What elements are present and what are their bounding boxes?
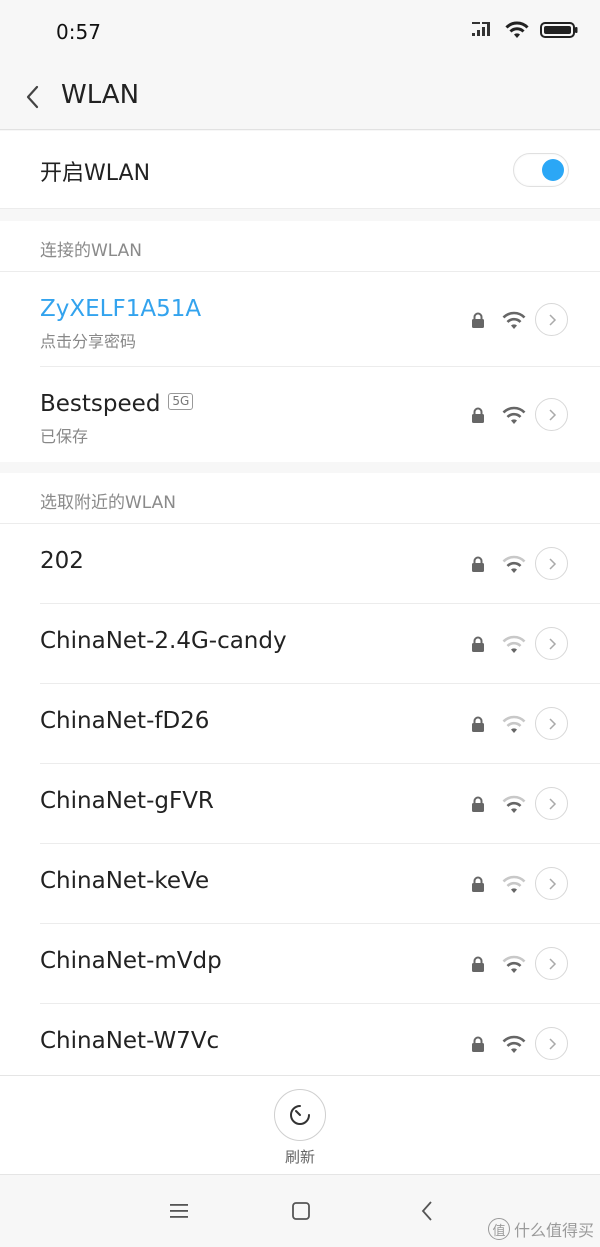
navigation-bar: 值 什么值得买 [0, 1176, 600, 1247]
lock-icon [472, 407, 484, 423]
nearby-section: 选取附近的WLAN 202 ChinaNet-2.4G-candy ChinaN… [0, 473, 600, 1084]
wifi-signal-icon [502, 795, 526, 813]
menu-icon [170, 1204, 188, 1218]
lock-icon [472, 956, 484, 972]
chevron-right-icon [548, 637, 556, 650]
page-title: WLAN [61, 80, 140, 110]
chevron-right-icon [548, 557, 556, 570]
network-name: ChinaNet-gFVR [40, 788, 214, 814]
network-row[interactable]: ChinaNet-gFVR [0, 764, 600, 844]
back-button[interactable] [20, 82, 46, 112]
network-name: ZyXELF1A51A [40, 296, 202, 322]
status-time: 0:57 [56, 20, 101, 44]
chevron-right-icon [548, 717, 556, 730]
band-badge: 5G [168, 393, 194, 410]
wifi-status-icon [505, 21, 529, 38]
network-name: 202 [40, 548, 84, 574]
network-name: ChinaNet-keVe [40, 868, 210, 894]
status-icons [472, 20, 578, 40]
wifi-signal-icon [502, 1035, 526, 1053]
wlan-toggle-label: 开启WLAN [40, 161, 151, 186]
home-button[interactable] [288, 1198, 314, 1224]
network-row[interactable]: ChinaNet-mVdp [0, 924, 600, 1004]
refresh-icon [290, 1105, 310, 1125]
lock-icon [472, 556, 484, 572]
network-row[interactable]: 202 [0, 524, 600, 604]
network-details-button[interactable] [535, 398, 568, 431]
network-details-button[interactable] [535, 1027, 568, 1060]
network-name: Bestspeed 5G [40, 391, 194, 417]
chevron-right-icon [548, 797, 556, 810]
watermark-text: 什么值得买 [513, 1221, 594, 1240]
bottom-bar: 刷新 [0, 1075, 600, 1175]
network-subtitle: 已保存 [40, 427, 89, 446]
lock-icon [472, 636, 484, 652]
refresh-label: 刷新 [284, 1148, 315, 1166]
wifi-signal-icon [502, 311, 526, 329]
chevron-left-icon [421, 1201, 432, 1221]
connected-section: 连接的WLAN ZyXELF1A51A 点击分享密码 Bestspeed 5G 已… [0, 221, 600, 462]
wifi-signal-icon [502, 555, 526, 573]
menu-button[interactable] [166, 1198, 192, 1224]
chevron-right-icon [548, 877, 556, 890]
network-row[interactable]: ChinaNet-fD26 [0, 684, 600, 764]
wlan-toggle-row[interactable]: 开启WLAN [0, 131, 600, 209]
chevron-left-icon [26, 85, 39, 109]
chevron-right-icon [548, 1037, 556, 1050]
network-name: ChinaNet-W7Vc [40, 1028, 220, 1054]
cell-signal-icon [472, 22, 490, 36]
network-name: ChinaNet-2.4G-candy [40, 628, 287, 654]
lock-icon [472, 876, 484, 892]
network-row[interactable]: ChinaNet-W7Vc [0, 1004, 600, 1084]
network-details-button[interactable] [535, 867, 568, 900]
chevron-right-icon [548, 408, 556, 421]
wifi-signal-icon [502, 955, 526, 973]
lock-icon [472, 796, 484, 812]
section-header: 选取附近的WLAN [0, 473, 600, 524]
network-row[interactable]: Bestspeed 5G 已保存 [0, 367, 600, 462]
network-subtitle: 点击分享密码 [40, 332, 137, 351]
wifi-signal-icon [502, 875, 526, 893]
section-header: 连接的WLAN [0, 221, 600, 272]
network-details-button[interactable] [535, 627, 568, 660]
watermark-logo-icon: 值 [487, 1218, 510, 1240]
network-name-text: Bestspeed [40, 391, 161, 417]
wifi-signal-icon [502, 406, 526, 424]
lock-icon [472, 1036, 484, 1052]
watermark: 值 什么值得买 [487, 1217, 594, 1241]
nearby-network-list: 202 ChinaNet-2.4G-candy ChinaNet-fD26 Ch… [0, 524, 600, 1084]
lock-icon [472, 312, 484, 328]
network-row[interactable]: ZyXELF1A51A 点击分享密码 [0, 272, 600, 367]
chevron-right-icon [548, 957, 556, 970]
network-details-button[interactable] [535, 787, 568, 820]
lock-icon [472, 716, 484, 732]
nearby-header: 选取附近的WLAN [40, 493, 177, 513]
chevron-right-icon [548, 313, 556, 326]
title-bar: WLAN [0, 64, 600, 130]
refresh-button[interactable] [274, 1089, 326, 1141]
network-name: ChinaNet-mVdp [40, 948, 222, 974]
wifi-signal-icon [502, 715, 526, 733]
network-name: ChinaNet-fD26 [40, 708, 210, 734]
wifi-signal-icon [502, 635, 526, 653]
network-details-button[interactable] [535, 707, 568, 740]
network-row[interactable]: ChinaNet-2.4G-candy [0, 604, 600, 684]
network-details-button[interactable] [535, 303, 568, 336]
connected-header: 连接的WLAN [40, 241, 143, 261]
network-details-button[interactable] [535, 547, 568, 580]
system-back-button[interactable] [414, 1198, 440, 1224]
status-bar: 0:57 [0, 0, 600, 64]
battery-icon [540, 22, 578, 38]
network-details-button[interactable] [535, 947, 568, 980]
wlan-switch-knob [542, 159, 564, 181]
network-row[interactable]: ChinaNet-keVe [0, 844, 600, 924]
home-square-icon [292, 1202, 310, 1220]
